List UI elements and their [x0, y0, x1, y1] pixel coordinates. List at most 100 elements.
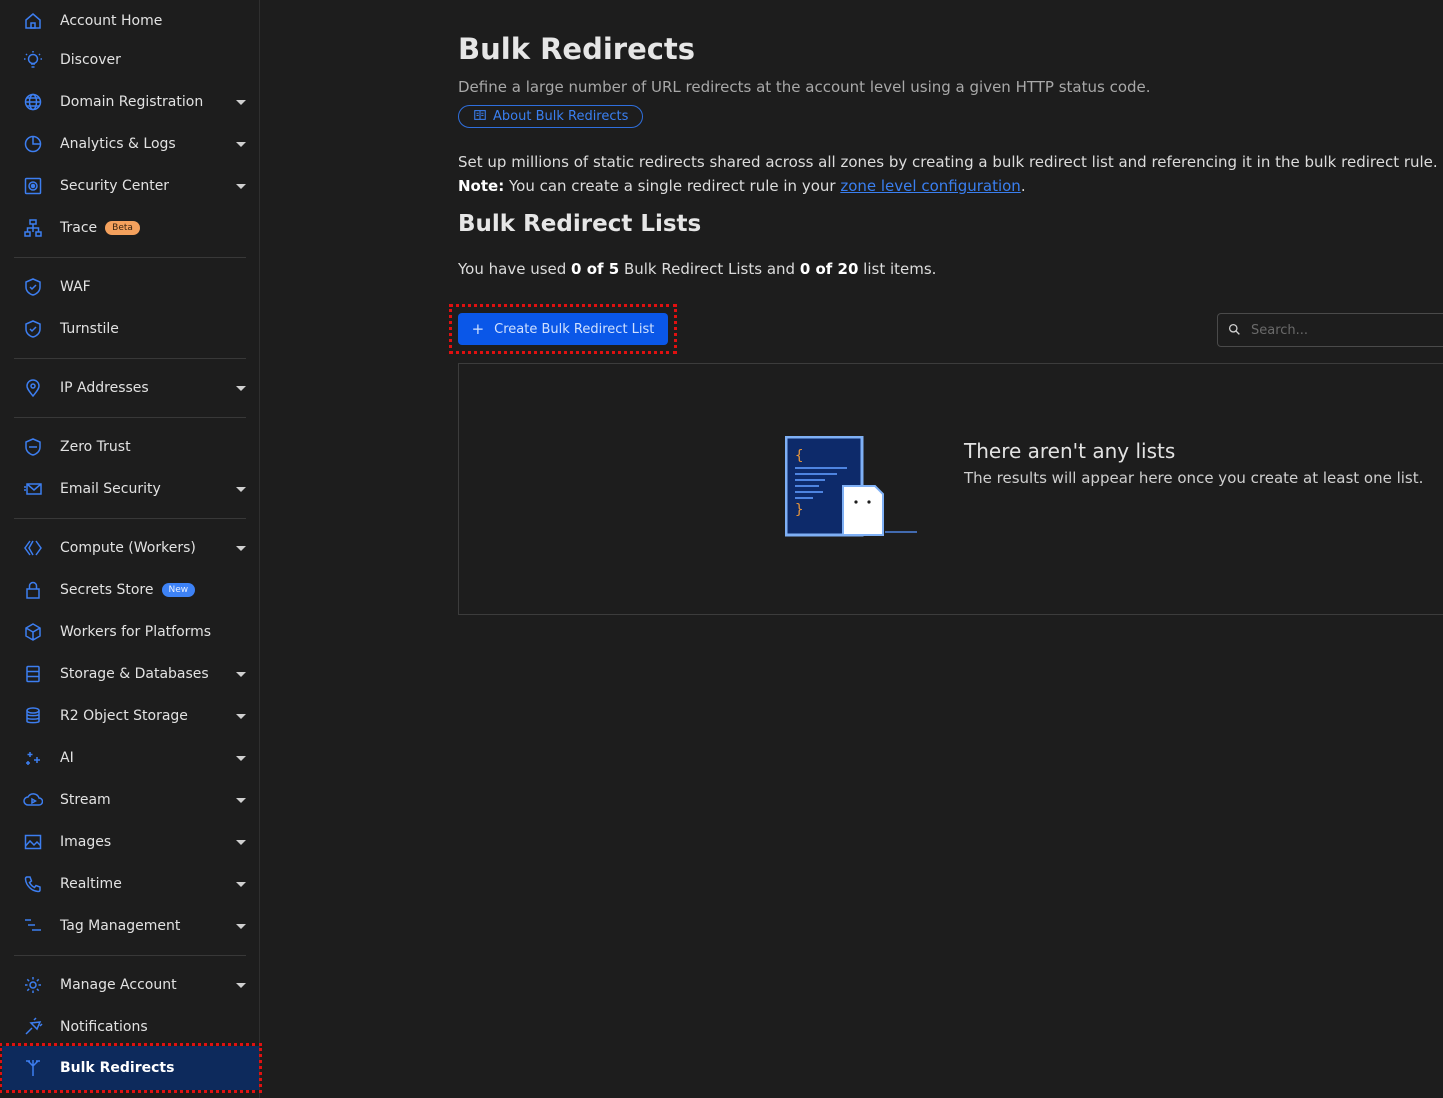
sidebar-item-ai[interactable]: AI — [0, 737, 259, 779]
chevron-down-icon[interactable] — [236, 881, 246, 887]
image-icon — [22, 831, 44, 853]
turnstile-icon — [22, 318, 44, 340]
sidebar-item-security-center[interactable]: Security Center — [0, 165, 259, 207]
sidebar-item-images[interactable]: Images — [0, 821, 259, 863]
sidebar-item-label: Workers for Platforms — [60, 624, 212, 640]
note-line: Note: You can create a single redirect r… — [458, 174, 1438, 198]
search-box[interactable] — [1217, 313, 1443, 347]
sidebar-divider — [14, 417, 246, 418]
sidebar-item-label: Manage Account — [60, 977, 177, 993]
sidebar-item-bulk-redirects[interactable]: Bulk Redirects — [0, 1043, 262, 1093]
sidebar-item-email-security[interactable]: Email Security — [0, 468, 259, 510]
email-icon — [22, 478, 44, 500]
sidebar-item-storage-databases[interactable]: Storage & Databases — [0, 653, 259, 695]
stream-icon — [22, 789, 44, 811]
storage-icon — [22, 705, 44, 727]
sidebar-item-compute-workers[interactable]: Compute (Workers) — [0, 527, 259, 569]
chevron-down-icon[interactable] — [236, 545, 246, 551]
sidebar-item-label: Realtime — [60, 876, 122, 892]
sidebar-item-turnstile[interactable]: Turnstile — [0, 308, 259, 350]
chevron-down-icon[interactable] — [236, 486, 246, 492]
sidebar-item-secrets-store[interactable]: Secrets Store New — [0, 569, 259, 611]
sidebar-item-label: Account Home — [60, 13, 163, 29]
chevron-down-icon[interactable] — [236, 797, 246, 803]
search-input[interactable] — [1249, 321, 1433, 339]
sidebar-item-ip-addresses[interactable]: IP Addresses — [0, 367, 259, 409]
sidebar-item-realtime[interactable]: Realtime — [0, 863, 259, 905]
sidebar-item-label: IP Addresses — [60, 380, 149, 396]
sidebar-item-label: AI — [60, 750, 74, 766]
sidebar-item-analytics-logs[interactable]: Analytics & Logs — [0, 123, 259, 165]
usage-items-count: 0 of 20 — [799, 260, 859, 278]
sidebar-item-label: Secrets Store New — [60, 582, 196, 598]
sidebar-item-label: Trace Beta — [60, 220, 140, 236]
sidebar-item-account-home[interactable]: Account Home — [0, 0, 259, 42]
intro-text: Set up millions of static redirects shar… — [458, 150, 1438, 198]
sidebar-item-label: Analytics & Logs — [60, 136, 176, 152]
sidebar-divider — [14, 518, 246, 519]
phone-icon — [22, 873, 44, 895]
create-bulk-redirect-list-button[interactable]: + Create Bulk Redirect List — [458, 313, 668, 345]
tag-management-icon — [22, 915, 44, 937]
note-end: . — [1020, 177, 1026, 195]
sidebar-item-label: Security Center — [60, 178, 170, 194]
usage-lists-count: 0 of 5 — [571, 260, 620, 278]
gear-icon — [22, 974, 44, 996]
chevron-down-icon[interactable] — [236, 713, 246, 719]
empty-state: { } There aren't any lists The results w… — [458, 363, 1443, 615]
lightbulb-icon — [22, 49, 44, 71]
chevron-down-icon[interactable] — [236, 99, 246, 105]
sidebar-item-waf[interactable]: WAF — [0, 266, 259, 308]
create-button-label: Create Bulk Redirect List — [494, 321, 655, 337]
zone-level-configuration-link[interactable]: zone level configuration — [840, 177, 1021, 195]
svg-text:{: { — [795, 448, 803, 464]
chevron-down-icon[interactable] — [236, 141, 246, 147]
beta-badge: Beta — [105, 221, 140, 235]
chevron-down-icon[interactable] — [236, 183, 246, 189]
usage-text: You have used 0 of 5 Bulk Redirect Lists… — [458, 260, 936, 278]
chevron-down-icon[interactable] — [236, 923, 246, 929]
book-icon — [473, 108, 487, 126]
sidebar: Account Home Discover Domain Registratio… — [0, 0, 262, 1098]
sidebar-item-tag-management[interactable]: Tag Management — [0, 905, 259, 947]
sidebar-item-label: Zero Trust — [60, 439, 131, 455]
sidebar-item-label: Tag Management — [60, 918, 181, 934]
sidebar-item-domain-registration[interactable]: Domain Registration — [0, 81, 259, 123]
bulk-redirects-icon — [22, 1057, 44, 1079]
sidebar-item-stream[interactable]: Stream — [0, 779, 259, 821]
page-subtitle: Define a large number of URL redirects a… — [458, 78, 1151, 96]
sidebar-item-notifications[interactable]: Notifications — [0, 1006, 259, 1048]
sidebar-item-label: Bulk Redirects — [60, 1060, 175, 1076]
globe-icon — [22, 91, 44, 113]
sidebar-item-workers-for-platforms[interactable]: Workers for Platforms — [0, 611, 259, 653]
chevron-down-icon[interactable] — [236, 982, 246, 988]
sparkles-icon — [22, 747, 44, 769]
sidebar-item-label: Notifications — [60, 1019, 148, 1035]
sidebar-item-label: Turnstile — [60, 321, 119, 337]
usage-prefix: You have used — [458, 260, 572, 278]
about-button-label: About Bulk Redirects — [493, 109, 629, 124]
sidebar-item-zero-trust[interactable]: Zero Trust — [0, 426, 259, 468]
chevron-down-icon[interactable] — [236, 839, 246, 845]
sidebar-item-manage-account[interactable]: Manage Account — [0, 964, 259, 1006]
chevron-down-icon[interactable] — [236, 671, 246, 677]
trace-icon — [22, 217, 44, 239]
usage-mid: Bulk Redirect Lists and — [619, 260, 800, 278]
sidebar-item-label: Images — [60, 834, 112, 850]
sidebar-item-trace[interactable]: Trace Beta — [0, 207, 259, 249]
database-icon — [22, 663, 44, 685]
chevron-down-icon[interactable] — [236, 755, 246, 761]
cube-icon — [22, 621, 44, 643]
sidebar-item-label: R2 Object Storage — [60, 708, 188, 724]
sidebar-item-r2-object-storage[interactable]: R2 Object Storage — [0, 695, 259, 737]
lock-icon — [22, 579, 44, 601]
sidebar-item-discover[interactable]: Discover — [0, 39, 259, 81]
chevron-down-icon[interactable] — [236, 385, 246, 391]
note-label: Note: — [458, 177, 505, 195]
zero-trust-icon — [22, 436, 44, 458]
plus-icon: + — [471, 320, 485, 338]
about-bulk-redirects-button[interactable]: About Bulk Redirects — [458, 105, 644, 128]
sidebar-item-label: Domain Registration — [60, 94, 204, 110]
location-pin-icon — [22, 377, 44, 399]
note-text: You can create a single redirect rule in… — [504, 177, 841, 195]
